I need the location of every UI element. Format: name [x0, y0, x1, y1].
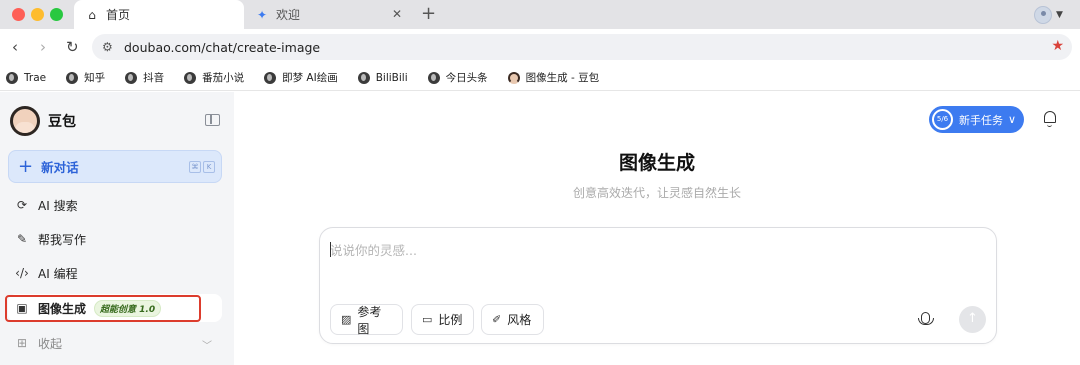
sidebar-toggle-icon[interactable]: [205, 114, 220, 126]
ratio-icon: ▭: [422, 313, 433, 326]
chevron-down-icon: ∨: [1008, 113, 1017, 126]
sidebar: 豆包 + 新对话 ⌘ K ⟳ AI 搜索 ✎ 帮我写作 ‹/› AI 编程 ▣ …: [0, 92, 234, 365]
sidebar-item-ai-search[interactable]: ⟳ AI 搜索: [8, 191, 222, 219]
bookmark-star-icon[interactable]: ★: [1051, 38, 1064, 54]
bookmark-item[interactable]: 知乎: [66, 70, 105, 85]
page-title: 图像生成: [618, 152, 695, 174]
bookmark-item[interactable]: Trae: [6, 71, 46, 84]
globe-icon: [427, 71, 440, 84]
brand[interactable]: 豆包: [10, 106, 76, 136]
sidebar-item-label: 收起: [38, 336, 63, 351]
doubao-avatar-icon: [507, 71, 520, 84]
prompt-input[interactable]: [330, 240, 970, 260]
chip-label: 风格: [507, 313, 532, 327]
code-icon: ‹/›: [15, 266, 29, 280]
globe-icon: [184, 71, 197, 84]
sidebar-item-collapse[interactable]: ⊞ 收起 ﹀: [8, 329, 222, 357]
microphone-icon[interactable]: [918, 312, 934, 325]
prompt-composer: ▨ 参考图 ▭ 比例 ✐ 风格 ↑: [319, 227, 997, 344]
bookmark-item[interactable]: BiliBili: [357, 71, 408, 84]
chevron-down-icon: ﹀: [202, 341, 212, 352]
browser-tab-strip: ⌂ 首页 ✦ 欢迎 ✕ + ▼: [0, 0, 1080, 29]
plus-icon: +: [18, 155, 34, 177]
avatar: [1034, 5, 1052, 24]
bookmark-item[interactable]: 番茄小说: [184, 70, 244, 85]
style-button[interactable]: ✐ 风格: [481, 304, 544, 335]
sidebar-item-label: 帮我写作: [38, 232, 87, 247]
k-key: K: [203, 161, 215, 173]
address-toolbar: ‹ › ↻ ⚙ doubao.com/chat/create-image ★: [0, 29, 1080, 65]
tab-label: 欢迎: [276, 8, 301, 22]
new-chat-label: 新对话: [41, 160, 79, 175]
highlight-annotation: [5, 295, 201, 322]
bookmark-item[interactable]: 抖音: [125, 70, 164, 85]
bookmarks-bar: Trae 知乎 抖音 番茄小说 即梦 AI绘画 BiliBili 今日头条 图像…: [0, 65, 1080, 91]
back-button[interactable]: ‹: [12, 38, 18, 56]
reference-image-button[interactable]: ▨ 参考图: [330, 304, 403, 336]
brush-icon: ✐: [492, 313, 502, 326]
tab-welcome[interactable]: ✦ 欢迎 ✕: [246, 0, 416, 29]
sidebar-item-coding[interactable]: ‹/› AI 编程: [8, 259, 222, 287]
url-bar[interactable]: ⚙ doubao.com/chat/create-image ★: [92, 34, 1072, 60]
sparkle-icon: ✦: [256, 7, 268, 22]
url-text: doubao.com/chat/create-image: [124, 39, 321, 55]
text-cursor: [330, 242, 331, 257]
new-chat-button[interactable]: + 新对话 ⌘ K: [8, 150, 222, 183]
new-tab-button[interactable]: +: [421, 4, 436, 24]
tab-home[interactable]: ⌂ 首页: [74, 0, 244, 29]
search-icon: ⟳: [16, 198, 28, 212]
forward-button[interactable]: ›: [40, 38, 46, 56]
chip-label: 比例: [438, 313, 463, 327]
sidebar-item-writing[interactable]: ✎ 帮我写作: [8, 225, 222, 253]
pen-icon: ✎: [16, 232, 28, 246]
home-icon: ⌂: [88, 7, 96, 22]
bookmark-item[interactable]: 即梦 AI绘画: [264, 70, 338, 85]
task-progress-ring: 5/6: [932, 109, 953, 130]
page-subtitle: 创意高效迭代，让灵感自然生长: [572, 186, 741, 200]
globe-icon: [66, 71, 79, 84]
tab-label: 首页: [106, 8, 131, 22]
sidebar-item-label: AI 编程: [38, 266, 78, 281]
reload-button[interactable]: ↻: [66, 38, 79, 56]
sidebar-item-label: AI 搜索: [38, 198, 78, 213]
globe-icon: [264, 71, 277, 84]
aspect-ratio-button[interactable]: ▭ 比例: [411, 304, 474, 335]
image-icon: ▨: [341, 313, 352, 326]
zoom-window-button[interactable]: [50, 8, 63, 21]
bookmark-item[interactable]: 图像生成 - 豆包: [507, 70, 599, 85]
globe-icon: [6, 71, 18, 84]
close-window-button[interactable]: [12, 8, 25, 21]
globe-icon: [357, 71, 370, 84]
main-content: 5/6 新手任务 ∨ 图像生成 创意高效迭代，让灵感自然生长 ▨ 参考图 ▭ 比…: [234, 92, 1080, 365]
shortcut-hint: ⌘ K: [187, 161, 215, 173]
doubao-logo-icon: [10, 106, 40, 136]
command-key: ⌘: [189, 161, 201, 173]
site-settings-icon[interactable]: ⚙: [102, 40, 116, 54]
task-label: 新手任务: [959, 113, 1003, 127]
notification-bell-icon[interactable]: [1044, 111, 1056, 127]
globe-icon: [125, 71, 138, 84]
minimize-window-button[interactable]: [31, 8, 44, 21]
profile-button[interactable]: ▼: [1034, 5, 1070, 24]
beginner-tasks-button[interactable]: 5/6 新手任务 ∨: [929, 106, 1024, 133]
close-icon[interactable]: ✕: [392, 7, 402, 21]
send-button[interactable]: ↑: [959, 306, 986, 333]
grid-icon: ⊞: [16, 336, 28, 350]
chevron-down-icon: ▼: [1056, 9, 1063, 20]
bookmark-item[interactable]: 今日头条: [427, 70, 488, 85]
chip-label: 参考图: [357, 304, 382, 336]
brand-name: 豆包: [48, 114, 76, 130]
